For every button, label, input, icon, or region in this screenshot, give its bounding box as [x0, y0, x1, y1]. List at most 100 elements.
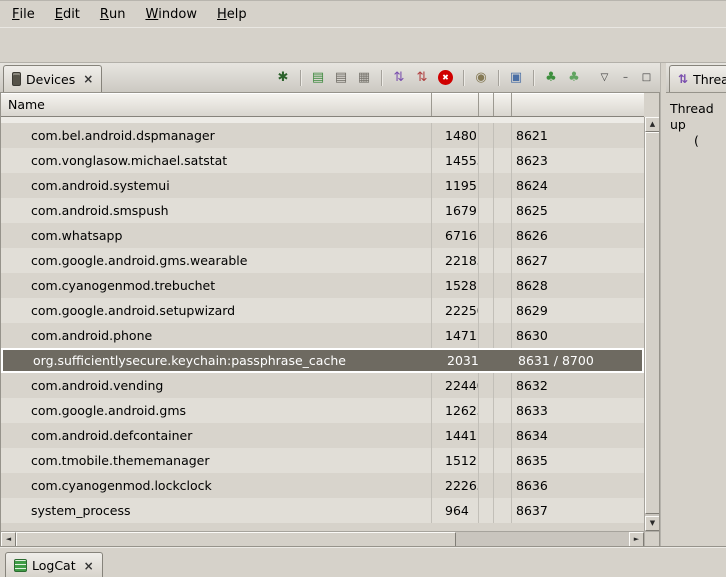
menu-item-window[interactable]: Window	[135, 1, 207, 27]
ddms-window: FileEditRunWindowHelp Devices × ✱▤▤▦⇅⇅✖◉…	[0, 0, 726, 577]
table-row[interactable]: com.android.systemui11958624	[1, 173, 644, 198]
empty-cell	[493, 448, 511, 473]
horizontal-scrollbar[interactable]: ◄ ►	[1, 531, 644, 546]
tab-threads-label: Threads	[693, 72, 726, 87]
table-row[interactable]: org.sufficientlysecure.keychain:passphra…	[1, 348, 644, 373]
update-heap-icon[interactable]: ▤	[308, 68, 328, 88]
table-row[interactable]: com.google.android.setupwizard222508629	[1, 298, 644, 323]
up-arrow-icon: ▲	[650, 121, 655, 128]
down-arrow-icon: ▼	[650, 520, 655, 527]
tab-devices[interactable]: Devices ×	[3, 65, 102, 92]
scrollbar-corner	[644, 531, 659, 546]
table-row[interactable]: com.android.vending224408632	[1, 373, 644, 398]
menu-item-file[interactable]: File	[2, 1, 45, 27]
threads-view: ⇅ Threads Thread up (	[666, 63, 726, 546]
menu-item-edit[interactable]: Edit	[45, 1, 90, 27]
table-row[interactable]: com.vonglasow.michael.satstat145538623	[1, 148, 644, 173]
toolbar-separator	[463, 70, 464, 86]
empty-cell	[493, 298, 511, 323]
menu-item-run[interactable]: Run	[90, 1, 136, 27]
table-row[interactable]: com.whatsapp67168626	[1, 223, 644, 248]
stop-process-icon[interactable]: ✖	[438, 70, 453, 85]
pid-cell: 22440	[431, 373, 478, 398]
table-row[interactable]: com.bel.android.dspmanager14808621	[1, 123, 644, 148]
empty-cell	[478, 473, 493, 498]
table-row[interactable]: com.cyanogenmod.lockclock222658636	[1, 473, 644, 498]
pid-cell: 14553	[431, 148, 478, 173]
port-cell: 8627	[511, 248, 644, 273]
table-row[interactable]: com.google.android.gms.wearable22185 8627	[1, 248, 644, 273]
port-cell: 8623	[511, 148, 644, 173]
pid-cell: 22185	[431, 248, 478, 273]
systrace-icon[interactable]: ♣	[564, 68, 584, 88]
port-cell: 8621	[511, 123, 644, 148]
scroll-down-button[interactable]: ▼	[645, 516, 660, 531]
port-cell: 8630	[511, 323, 644, 348]
menu-item-help[interactable]: Help	[207, 1, 257, 27]
tab-logcat-label: LogCat	[32, 558, 76, 573]
method-profiling-icon[interactable]: ⇅	[412, 68, 432, 88]
table-row[interactable]: system_process9648637	[1, 498, 644, 523]
column-header-pid[interactable]	[431, 93, 478, 116]
device-table: Name com.bel.android.dspmanager14808621 c…	[0, 93, 660, 546]
horizontal-scroll-thumb[interactable]	[16, 532, 456, 546]
view-menu-icon[interactable]: ▽	[596, 69, 613, 86]
scroll-left-button[interactable]: ◄	[1, 532, 16, 546]
ui-hierarchy-icon[interactable]: ♣	[541, 68, 561, 88]
layout-inspector-icon[interactable]: ▣	[506, 68, 526, 88]
left-arrow-icon: ◄	[6, 536, 11, 543]
panel-buttons: ▽–□	[588, 69, 660, 86]
toolbar-separator	[300, 70, 301, 86]
dump-hprof-icon[interactable]: ▤	[331, 68, 351, 88]
device-name-cell: com.android.smspush	[1, 198, 431, 223]
vertical-scrollbar[interactable]: ▲ ▼	[644, 117, 659, 531]
device-name-cell: com.android.vending	[1, 373, 431, 398]
close-icon[interactable]: ×	[84, 559, 94, 573]
tab-logcat[interactable]: LogCat ×	[5, 552, 103, 577]
column-header-port[interactable]	[511, 93, 644, 116]
column-header-name-label: Name	[8, 97, 45, 112]
table-row[interactable]: com.cyanogenmod.trebuchet15288628	[1, 273, 644, 298]
port-cell: 8636	[511, 473, 644, 498]
port-cell: 8626	[511, 223, 644, 248]
empty-cell	[478, 148, 493, 173]
port-cell: 8631 / 8700	[513, 350, 642, 371]
port-cell: 8637	[511, 498, 644, 523]
logcat-icon	[14, 559, 27, 572]
pid-cell: 1512	[431, 448, 478, 473]
column-header-empty-1[interactable]	[478, 93, 493, 116]
tab-devices-label: Devices	[26, 72, 75, 87]
port-cell: 8634	[511, 423, 644, 448]
bottom-tab-bar: LogCat ×	[0, 546, 726, 577]
minimize-icon[interactable]: –	[617, 69, 634, 86]
toolbar-separator	[498, 70, 499, 86]
scroll-up-button[interactable]: ▲	[645, 117, 660, 132]
table-row[interactable]: com.google.android.gms126238633	[1, 398, 644, 423]
device-name-cell: com.cyanogenmod.lockclock	[1, 473, 431, 498]
column-header-name[interactable]: Name	[1, 93, 431, 116]
pid-cell: 1195	[431, 173, 478, 198]
update-threads-icon[interactable]: ⇅	[389, 68, 409, 88]
empty-cell	[493, 273, 511, 298]
tab-threads[interactable]: ⇅ Threads	[669, 65, 726, 92]
debug-icon[interactable]: ✱	[273, 68, 293, 88]
table-row[interactable]: com.tmobile.thememanager15128635	[1, 448, 644, 473]
gc-icon[interactable]: ▦	[354, 68, 374, 88]
vertical-scroll-thumb[interactable]	[645, 132, 660, 514]
table-row[interactable]: com.android.smspush16798625	[1, 198, 644, 223]
column-header-empty-2[interactable]	[493, 93, 511, 116]
maximize-icon[interactable]: □	[638, 69, 655, 86]
empty-cell	[478, 173, 493, 198]
port-cell: 8624	[511, 173, 644, 198]
port-cell: 8625	[511, 198, 644, 223]
device-name-cell: com.google.android.gms.wearable	[1, 248, 431, 273]
table-row[interactable]: com.android.phone14718630	[1, 323, 644, 348]
screen-capture-icon[interactable]: ◉	[471, 68, 491, 88]
close-icon[interactable]: ×	[83, 72, 93, 86]
table-row[interactable]: com.android.defcontainer144118634	[1, 423, 644, 448]
device-name-cell: org.sufficientlysecure.keychain:passphra…	[3, 350, 433, 371]
empty-cell	[493, 123, 511, 148]
device-name-cell: com.android.defcontainer	[1, 423, 431, 448]
scroll-right-button[interactable]: ►	[629, 532, 644, 546]
device-name-cell: com.tmobile.thememanager	[1, 448, 431, 473]
